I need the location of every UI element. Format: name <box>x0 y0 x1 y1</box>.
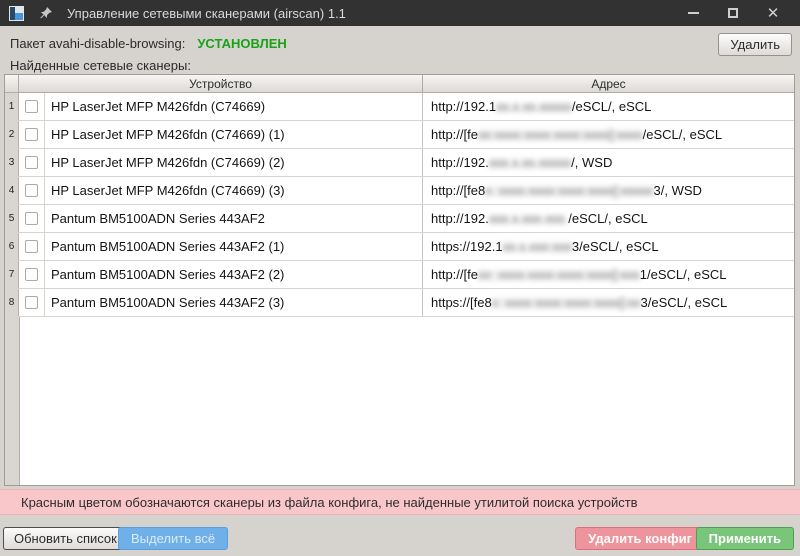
address-suffix: 3/eSCL/, eSCL <box>572 239 659 254</box>
address-redacted: xx.x.xx.xxxxx <box>496 99 572 114</box>
address-prefix: https://[fe8 <box>431 295 492 310</box>
row-checkbox[interactable] <box>25 100 38 113</box>
device-name: HP LaserJet MFP M426fdn (C74669) <box>45 93 423 120</box>
config-notice-text: Красным цветом обозначаются сканеры из ф… <box>21 495 638 510</box>
checkbox-cell <box>19 121 45 148</box>
checkbox-cell <box>19 233 45 260</box>
window-title: Управление сетевыми сканерами (airscan) … <box>67 6 346 21</box>
delete-config-button[interactable]: Удалить конфиг <box>575 527 705 550</box>
checkbox-cell <box>19 205 45 232</box>
app-icon <box>9 6 24 21</box>
checkbox-cell <box>19 177 45 204</box>
address-redacted: xxx.x.xxx.xxx. <box>489 211 568 226</box>
row-number: 3 <box>5 149 19 176</box>
row-checkbox[interactable] <box>25 128 38 141</box>
table-header: Устройство Адрес <box>5 75 794 93</box>
device-address: http://[fexx:xxxx:xxxx:xxxx:xxxx]:xxxx/e… <box>423 121 794 148</box>
address-suffix: /eSCL/, eSCL <box>643 127 723 142</box>
device-name: HP LaserJet MFP M426fdn (C74669) (3) <box>45 177 423 204</box>
scanners-list-label: Найденные сетевые сканеры: <box>10 58 191 73</box>
app-window: Управление сетевыми сканерами (airscan) … <box>0 0 800 556</box>
device-address: https://192.1xx.x.xxx:xxx3/eSCL/, eSCL <box>423 233 794 260</box>
close-button[interactable]: ✕ <box>758 2 788 24</box>
column-header-device[interactable]: Устройство <box>19 75 423 92</box>
row-number: 8 <box>5 289 19 316</box>
device-address: http://[fe8x::xxxx:xxxx:xxxx:xxxx]:xxxxx… <box>423 177 794 204</box>
table-row[interactable]: 5 Pantum BM5100ADN Series 443AF2 http://… <box>5 205 794 233</box>
table-row[interactable]: 7 Pantum BM5100ADN Series 443AF2 (2) htt… <box>5 261 794 289</box>
table-row[interactable]: 8 Pantum BM5100ADN Series 443AF2 (3) htt… <box>5 289 794 317</box>
address-prefix: http://[fe8 <box>431 183 485 198</box>
address-prefix: http://[fe <box>431 267 478 282</box>
device-name: HP LaserJet MFP M426fdn (C74669) (2) <box>45 149 423 176</box>
row-number: 7 <box>5 261 19 288</box>
table-row[interactable]: 6 Pantum BM5100ADN Series 443AF2 (1) htt… <box>5 233 794 261</box>
address-prefix: https://192.1 <box>431 239 503 254</box>
row-checkbox[interactable] <box>25 268 38 281</box>
device-address: http://192.xxx.x.xx.xxxxx/, WSD <box>423 149 794 176</box>
pin-icon[interactable] <box>39 6 53 20</box>
table-empty-area <box>5 317 794 485</box>
window-controls: ✕ <box>668 2 788 24</box>
device-address: http://192.1xx.x.xx.xxxxx/eSCL/, eSCL <box>423 93 794 120</box>
row-checkbox[interactable] <box>25 240 38 253</box>
checkbox-cell <box>19 149 45 176</box>
address-suffix: /eSCL/, eSCL <box>568 211 648 226</box>
minimize-button[interactable] <box>678 2 708 24</box>
row-number: 6 <box>5 233 19 260</box>
device-address: http://[fexx::xxxx:xxxx:xxxx:xxxx]:xxx1/… <box>423 261 794 288</box>
maximize-button[interactable] <box>718 2 748 24</box>
table-row[interactable]: 4 HP LaserJet MFP M426fdn (C74669) (3) h… <box>5 177 794 205</box>
address-redacted: xx:xxxx:xxxx:xxxx:xxxx]:xxxx <box>478 127 643 142</box>
row-number: 2 <box>5 121 19 148</box>
address-redacted: xx::xxxx:xxxx:xxxx:xxxx]:xxx <box>478 267 640 282</box>
package-label: Пакет avahi-disable-browsing: <box>10 36 185 51</box>
address-suffix: 1/eSCL/, eSCL <box>640 267 727 282</box>
checkbox-cell <box>19 289 45 316</box>
table-row[interactable]: 1 HP LaserJet MFP M426fdn (C74669) http:… <box>5 93 794 121</box>
address-redacted: xx.x.xxx:xxx <box>503 239 572 254</box>
config-notice-banner: Красным цветом обозначаются сканеры из ф… <box>0 489 800 515</box>
row-checkbox[interactable] <box>25 156 38 169</box>
address-redacted: xxx.x.xx.xxxxx <box>489 155 571 170</box>
package-status-row: Пакет avahi-disable-browsing: УСТАНОВЛЕН <box>10 36 287 51</box>
table-row[interactable]: 2 HP LaserJet MFP M426fdn (C74669) (1) h… <box>5 121 794 149</box>
remove-package-button[interactable]: Удалить <box>718 33 792 56</box>
row-number: 4 <box>5 177 19 204</box>
checkbox-cell <box>19 93 45 120</box>
scanners-table: Устройство Адрес 1 HP LaserJet MFP M426f… <box>4 74 795 486</box>
row-checkbox[interactable] <box>25 296 38 309</box>
row-number: 1 <box>5 93 19 120</box>
address-prefix: http://192.1 <box>431 99 496 114</box>
device-name: Pantum BM5100ADN Series 443AF2 (1) <box>45 233 423 260</box>
package-status-badge: УСТАНОВЛЕН <box>197 36 286 51</box>
table-row[interactable]: 3 HP LaserJet MFP M426fdn (C74669) (2) h… <box>5 149 794 177</box>
address-prefix: http://192. <box>431 211 489 226</box>
row-number: 5 <box>5 205 19 232</box>
table-gutter <box>5 317 20 485</box>
header-gutter <box>5 75 19 92</box>
address-suffix: 3/eSCL/, eSCL <box>641 295 728 310</box>
device-name: HP LaserJet MFP M426fdn (C74669) (1) <box>45 121 423 148</box>
titlebar: Управление сетевыми сканерами (airscan) … <box>0 0 800 26</box>
select-all-button[interactable]: Выделить всё <box>118 527 228 550</box>
device-name: Pantum BM5100ADN Series 443AF2 (3) <box>45 289 423 316</box>
address-suffix: /, WSD <box>571 155 612 170</box>
address-suffix: 3/, WSD <box>654 183 702 198</box>
refresh-list-button[interactable]: Обновить список <box>3 527 128 550</box>
checkbox-cell <box>19 261 45 288</box>
address-redacted: x::xxxx:xxxx:xxxx:xxxx]:xxxxx <box>485 183 653 198</box>
row-checkbox[interactable] <box>25 184 38 197</box>
column-header-address[interactable]: Адрес <box>423 75 794 92</box>
device-name: Pantum BM5100ADN Series 443AF2 (2) <box>45 261 423 288</box>
row-checkbox[interactable] <box>25 212 38 225</box>
device-name: Pantum BM5100ADN Series 443AF2 <box>45 205 423 232</box>
address-redacted: x::xxxx:xxxx:xxxx:xxxx]:xx <box>492 295 641 310</box>
address-prefix: http://[fe <box>431 127 478 142</box>
address-prefix: http://192. <box>431 155 489 170</box>
apply-button[interactable]: Применить <box>696 527 794 550</box>
device-address: http://192.xxx.x.xxx.xxx./eSCL/, eSCL <box>423 205 794 232</box>
address-suffix: /eSCL/, eSCL <box>572 99 652 114</box>
device-address: https://[fe8x::xxxx:xxxx:xxxx:xxxx]:xx3/… <box>423 289 794 316</box>
